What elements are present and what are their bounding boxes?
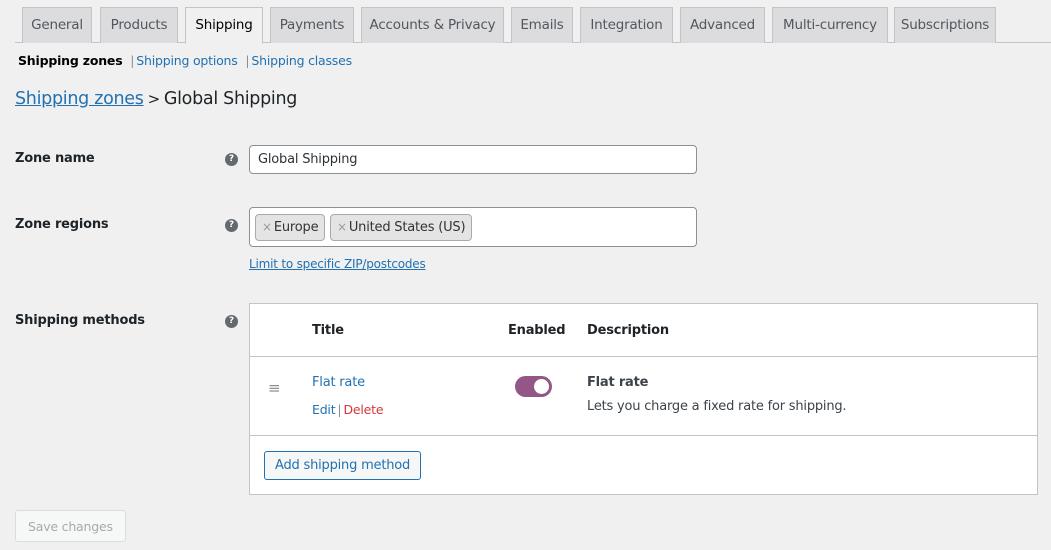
zone-regions-select[interactable]: × Europe × United States (US) xyxy=(249,207,697,247)
delete-method-link[interactable]: Delete xyxy=(343,402,383,417)
method-title-link[interactable]: Flat rate xyxy=(312,375,365,390)
method-actions: Edit | Delete xyxy=(312,402,384,417)
zone-name-label: Zone name xyxy=(15,151,95,166)
tab-products[interactable]: Products xyxy=(100,7,178,43)
toggle-knob xyxy=(534,379,549,394)
save-changes-button[interactable]: Save changes xyxy=(15,510,126,542)
subnav-shipping-options[interactable]: Shipping options xyxy=(136,53,238,68)
subnav-shipping-zones[interactable]: Shipping zones xyxy=(18,53,123,68)
method-description-text: Lets you charge a fixed rate for shippin… xyxy=(587,399,847,414)
zone-regions-label: Zone regions xyxy=(15,217,109,232)
divider xyxy=(250,435,1037,436)
shipping-methods-table: Title Enabled Description ≡ Flat rate Ed… xyxy=(249,303,1038,495)
method-description-title: Flat rate xyxy=(587,375,649,390)
help-icon[interactable]: ? xyxy=(225,315,238,328)
region-chip-label: Europe xyxy=(273,220,319,235)
breadcrumb-shipping-zones-link[interactable]: Shipping zones xyxy=(15,89,144,109)
zone-name-input[interactable] xyxy=(249,145,697,174)
tab-multi-currency[interactable]: Multi-currency xyxy=(772,7,888,43)
region-chip: × United States (US) xyxy=(330,214,473,241)
remove-region-icon[interactable]: × xyxy=(337,220,347,234)
help-icon[interactable]: ? xyxy=(225,219,238,232)
add-shipping-method-button[interactable]: Add shipping method xyxy=(264,451,422,480)
method-enabled-toggle[interactable] xyxy=(515,376,552,397)
drag-handle-icon[interactable]: ≡ xyxy=(268,379,281,397)
region-chip-label: United States (US) xyxy=(348,220,466,235)
page-title: Global Shipping xyxy=(163,89,298,109)
tab-subscriptions[interactable]: Subscriptions xyxy=(894,7,996,43)
region-chip: × Europe xyxy=(255,214,326,241)
shipping-subnav: Shipping zones | Shipping options | Shippi… xyxy=(18,53,352,68)
tab-payments[interactable]: Payments xyxy=(270,7,354,43)
column-header-enabled: Enabled xyxy=(508,323,566,338)
limit-postcodes-link[interactable]: Limit to specific ZIP/postcodes xyxy=(249,257,426,271)
subnav-shipping-classes[interactable]: Shipping classes xyxy=(251,53,352,68)
divider xyxy=(250,356,1037,357)
tab-advanced[interactable]: Advanced xyxy=(680,7,765,43)
remove-region-icon[interactable]: × xyxy=(262,220,272,234)
settings-tabs: General Products Shipping Payments Accou… xyxy=(15,0,1051,44)
breadcrumb: Shipping zones > Global Shipping xyxy=(15,89,297,109)
action-separator: | xyxy=(337,402,342,417)
tab-integration[interactable]: Integration xyxy=(580,7,673,43)
tab-general[interactable]: General xyxy=(22,7,92,43)
tab-accounts-privacy[interactable]: Accounts & Privacy xyxy=(361,7,504,43)
subnav-separator: | xyxy=(130,53,135,68)
help-icon[interactable]: ? xyxy=(225,153,238,166)
tab-emails[interactable]: Emails xyxy=(511,7,573,43)
shipping-methods-label: Shipping methods xyxy=(15,313,145,328)
tab-shipping[interactable]: Shipping xyxy=(185,7,263,44)
column-header-description: Description xyxy=(587,323,669,338)
column-header-title: Title xyxy=(312,323,344,338)
breadcrumb-separator: > xyxy=(147,90,161,108)
subnav-separator: | xyxy=(245,53,250,68)
edit-method-link[interactable]: Edit xyxy=(312,402,336,417)
